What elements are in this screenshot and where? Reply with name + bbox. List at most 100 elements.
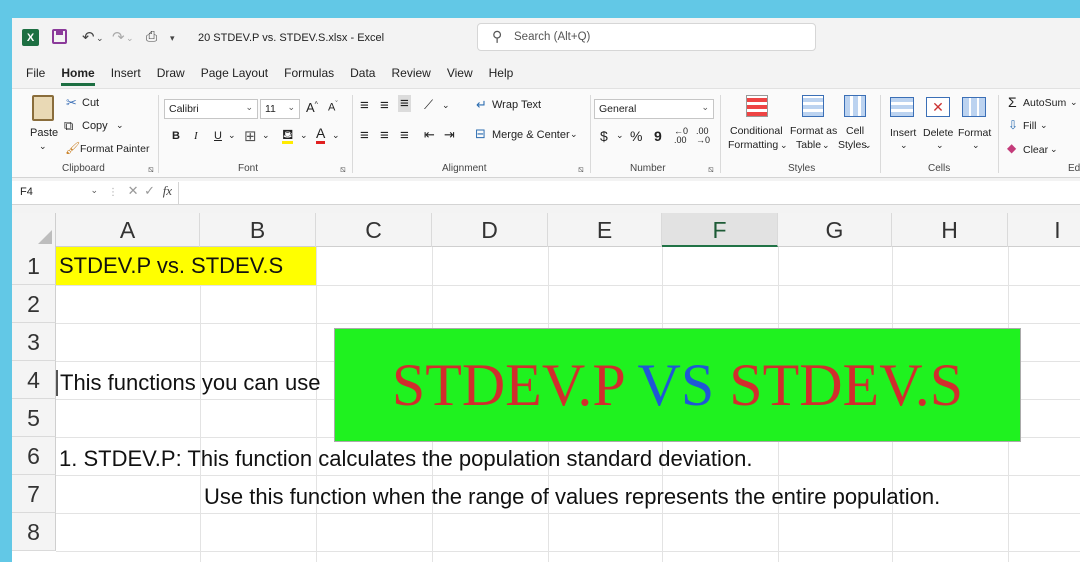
enter-icon[interactable]: ✓ (144, 183, 155, 198)
underline-button[interactable]: U (214, 130, 222, 142)
clear-button[interactable]: Clear (1023, 144, 1048, 156)
wrap-text-icon[interactable]: ↵ (476, 97, 487, 113)
orientation-dropdown-icon[interactable]: ⌄ (442, 100, 450, 111)
tab-data[interactable]: Data (350, 66, 375, 86)
fill-dropdown-icon[interactable]: ⌄ (1040, 120, 1048, 131)
font-color-dropdown-icon[interactable]: ⌄ (332, 130, 340, 141)
font-size-select[interactable]: 11 ⌄ (260, 99, 300, 119)
row-header-2[interactable]: 2 (12, 285, 56, 323)
redo-dropdown-icon[interactable]: ⌄ (126, 33, 134, 44)
paste-icon[interactable] (32, 95, 54, 121)
clipboard-launcher-icon[interactable]: ⧅ (148, 164, 154, 175)
cell-a6[interactable]: 1. STDEV.P: This function calculates the… (59, 446, 752, 472)
merge-center-button[interactable]: Merge & Center (492, 129, 570, 141)
align-top-icon[interactable]: ≡ (360, 97, 369, 114)
number-launcher-icon[interactable]: ⧅ (708, 164, 714, 175)
italic-button[interactable]: I (194, 130, 198, 142)
format-as-table-dropdown-icon[interactable]: ⌄ (822, 140, 830, 151)
paste-dropdown-icon[interactable]: ⌄ (39, 141, 47, 152)
print-preview-icon[interactable]: ⎙ (146, 28, 157, 45)
column-header-e[interactable]: E (548, 213, 662, 247)
format-cells-icon[interactable] (962, 97, 986, 117)
fill-color-dropdown-icon[interactable]: ⌄ (300, 130, 308, 141)
currency-dropdown-icon[interactable]: ⌄ (616, 130, 624, 141)
align-center-icon[interactable]: ≡ (380, 127, 389, 144)
column-header-g[interactable]: G (778, 213, 892, 247)
column-header-c[interactable]: C (316, 213, 432, 247)
row-header-7[interactable]: 7 (12, 475, 56, 513)
row-header-3[interactable]: 3 (12, 323, 56, 361)
conditional-formatting-icon[interactable] (746, 95, 768, 117)
conditional-formatting-label-2[interactable]: Formatting (728, 139, 778, 151)
row-header-8[interactable]: 8 (12, 513, 56, 551)
formula-input[interactable] (178, 182, 1080, 204)
tab-file[interactable]: File (26, 66, 45, 86)
copy-dropdown-icon[interactable]: ⌄ (116, 120, 124, 131)
redo-icon[interactable]: ↷ (112, 28, 125, 46)
increase-decimal-icon[interactable]: ←0.00 (674, 127, 688, 145)
cut-icon[interactable]: ✂ (66, 95, 77, 111)
font-launcher-icon[interactable]: ⧅ (340, 164, 346, 175)
currency-button[interactable]: $ (600, 128, 608, 144)
format-as-table-icon[interactable] (802, 95, 824, 117)
tab-home[interactable]: Home (61, 66, 95, 86)
format-as-table-label-2[interactable]: Table (796, 139, 821, 151)
format-as-table-label[interactable]: Format as (790, 125, 837, 137)
decrease-font-icon[interactable]: Aˇ (328, 101, 338, 114)
align-bottom-icon[interactable]: ≡ (398, 95, 411, 112)
merge-dropdown-icon[interactable]: ⌄ (570, 129, 578, 140)
undo-dropdown-icon[interactable]: ⌄ (96, 33, 104, 44)
tab-insert[interactable]: Insert (111, 66, 141, 86)
row-header-6[interactable]: 6 (12, 437, 56, 475)
tab-formulas[interactable]: Formulas (284, 66, 334, 86)
align-right-icon[interactable]: ≡ (400, 127, 409, 144)
cell-a1[interactable]: STDEV.P vs. STDEV.S (56, 247, 316, 285)
increase-font-icon[interactable]: A^ (306, 100, 318, 115)
tab-view[interactable]: View (447, 66, 473, 86)
wrap-text-button[interactable]: Wrap Text (492, 99, 541, 111)
bold-button[interactable]: B (172, 130, 180, 142)
name-box[interactable]: F4 ⌄ (12, 182, 100, 204)
column-header-d[interactable]: D (432, 213, 548, 247)
insert-function-button[interactable]: fx (163, 183, 172, 198)
row-header-5[interactable]: 5 (12, 399, 56, 437)
conditional-formatting-label[interactable]: Conditional (730, 125, 783, 137)
save-icon[interactable] (52, 29, 67, 44)
format-cells-button[interactable]: Format (958, 127, 991, 139)
autosum-dropdown-icon[interactable]: ⌄ (1070, 97, 1078, 108)
paste-button[interactable]: Paste (30, 127, 58, 139)
fill-button[interactable]: Fill (1023, 120, 1036, 132)
insert-cells-button[interactable]: Insert (890, 127, 916, 139)
format-dropdown-icon[interactable]: ⌄ (972, 140, 980, 151)
tab-review[interactable]: Review (391, 66, 430, 86)
customize-toolbar-icon[interactable]: ▾ (170, 33, 175, 44)
alignment-launcher-icon[interactable]: ⧅ (578, 164, 584, 175)
drag-handle-icon[interactable]: ⋮ (108, 187, 118, 198)
column-header-f[interactable]: F (662, 213, 778, 247)
align-middle-icon[interactable]: ≡ (380, 97, 389, 114)
decrease-indent-icon[interactable]: ⇤ (424, 127, 435, 143)
autosum-icon[interactable]: Σ (1008, 94, 1017, 110)
clear-dropdown-icon[interactable]: ⌄ (1050, 144, 1058, 155)
percent-button[interactable]: % (630, 128, 642, 144)
delete-dropdown-icon[interactable]: ⌄ (936, 140, 944, 151)
delete-cells-button[interactable]: Delete (923, 127, 953, 139)
stdev-comparison-banner[interactable]: STDEV.P VS STDEV.S (334, 328, 1021, 442)
insert-cells-icon[interactable] (890, 97, 914, 117)
copy-icon[interactable]: ⧉ (64, 118, 73, 134)
orientation-icon[interactable]: ⟋ (424, 97, 433, 113)
select-all-button[interactable] (12, 213, 56, 247)
autosum-button[interactable]: AutoSum (1023, 97, 1066, 109)
tab-draw[interactable]: Draw (157, 66, 185, 86)
format-painter-button[interactable]: Format Painter (80, 143, 149, 155)
font-color-icon[interactable]: A (316, 126, 326, 144)
cell-styles-label[interactable]: Cell (846, 125, 864, 137)
cell-styles-dropdown-icon[interactable]: ⌄ (864, 140, 872, 151)
insert-dropdown-icon[interactable]: ⌄ (900, 140, 908, 151)
decrease-decimal-icon[interactable]: .00 →0 (696, 127, 710, 145)
search-box[interactable]: ⚲ (477, 23, 816, 51)
column-header-a[interactable]: A (56, 213, 200, 247)
merge-center-icon[interactable]: ⊟ (475, 126, 486, 142)
borders-dropdown-icon[interactable]: ⌄ (262, 130, 270, 141)
conditional-formatting-dropdown-icon[interactable]: ⌄ (780, 140, 788, 151)
